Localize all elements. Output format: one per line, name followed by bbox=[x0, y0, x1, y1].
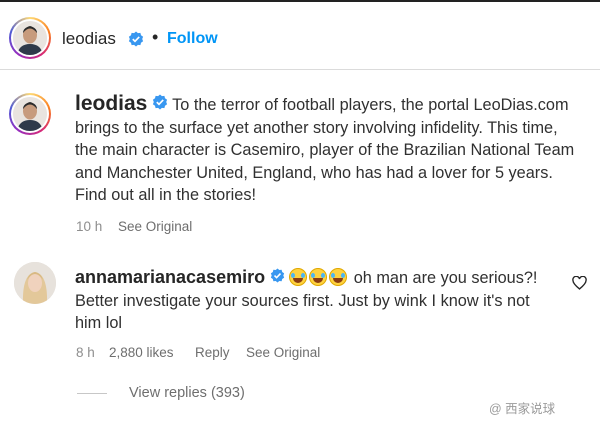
window-top-border bbox=[0, 0, 600, 2]
commenter-username[interactable]: annamarianacasemiro bbox=[75, 267, 265, 287]
profile-photo bbox=[13, 21, 47, 55]
comment-timestamp: 8 h bbox=[76, 345, 95, 360]
post-caption: leodias To the terror of football player… bbox=[75, 92, 575, 207]
separator-dot: • bbox=[152, 27, 159, 47]
joy-emoji-icon bbox=[289, 268, 308, 286]
follow-button[interactable]: Follow bbox=[167, 30, 218, 48]
person-icon bbox=[14, 262, 56, 304]
verified-badge-icon bbox=[128, 31, 144, 52]
replies-divider bbox=[77, 393, 107, 394]
watermark: @ 西家说球 bbox=[489, 402, 556, 416]
verified-badge-icon bbox=[152, 94, 168, 117]
caption-see-original-link[interactable]: See Original bbox=[118, 219, 192, 234]
view-replies-button[interactable]: View replies (393) bbox=[129, 385, 245, 401]
header-username[interactable]: leodias bbox=[62, 29, 116, 49]
header-avatar[interactable] bbox=[9, 17, 51, 59]
like-heart-icon[interactable] bbox=[572, 275, 587, 295]
reply-button[interactable]: Reply bbox=[195, 345, 230, 360]
person-icon bbox=[13, 97, 47, 131]
joy-emoji-icon bbox=[309, 268, 328, 286]
verified-badge-icon bbox=[270, 267, 285, 290]
profile-photo bbox=[13, 97, 47, 131]
commenter-avatar[interactable] bbox=[14, 262, 56, 304]
comment-see-original-link[interactable]: See Original bbox=[246, 345, 320, 360]
caption-username[interactable]: leodias bbox=[75, 92, 147, 115]
caption-timestamp: 10 h bbox=[76, 219, 103, 234]
joy-emoji-icon bbox=[329, 268, 348, 286]
caption-text: To the terror of football players, the p… bbox=[75, 96, 575, 205]
caption-avatar[interactable] bbox=[9, 93, 51, 135]
person-icon bbox=[13, 21, 47, 55]
comment-likes-count[interactable]: 2,880 likes bbox=[109, 345, 174, 360]
comment: annamarianacasemiro oh man are you serio… bbox=[75, 266, 545, 335]
post-header: leodias • Follow bbox=[0, 3, 600, 70]
